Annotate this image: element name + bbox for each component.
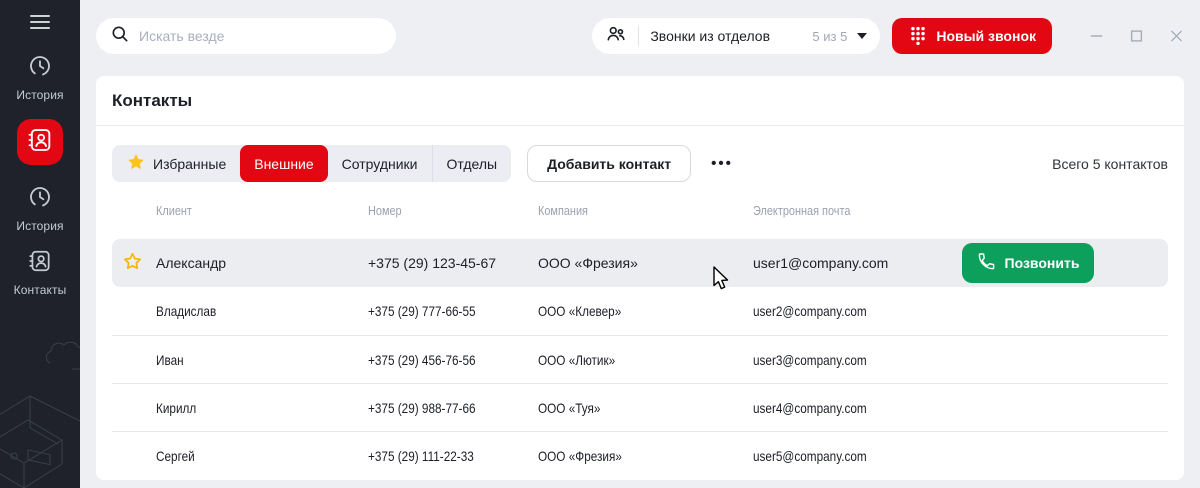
contact-name: Сергей — [156, 448, 195, 464]
sidebar-item-history-2[interactable]: История — [16, 184, 63, 233]
divider — [638, 26, 639, 46]
more-options-button[interactable]: ••• — [711, 155, 733, 172]
contact-company: ООО «Туя» — [538, 400, 600, 416]
contact-phone: +375 (29) 777-66-55 — [368, 303, 476, 319]
line-selector-label: Звонки из отделов — [650, 28, 770, 44]
line-selector-dropdown[interactable]: Звонки из отделов 5 из 5 — [592, 18, 880, 54]
main-area: Звонки из отделов 5 из 5 Новый звонок — [80, 0, 1200, 488]
contact-email: user3@company.com — [753, 352, 867, 368]
contact-name: Александр — [156, 255, 368, 271]
contact-company: ООО «Фрезия» — [538, 448, 622, 464]
contact-phone: +375 (29) 456-76-56 — [368, 352, 476, 368]
contact-phone: +375 (29) 123-45-67 — [368, 255, 538, 271]
table-row[interactable]: Иван +375 (29) 456-76-56 ООО «Лютик» use… — [112, 335, 1168, 383]
tab-label: Отделы — [447, 156, 498, 172]
tab-favorites[interactable]: Избранные — [112, 145, 240, 182]
favorite-star-icon[interactable] — [122, 251, 143, 275]
add-contact-button[interactable]: Добавить контакт — [527, 145, 691, 182]
minimize-icon[interactable] — [1089, 29, 1104, 44]
search-field[interactable] — [96, 18, 396, 54]
users-group-icon — [605, 23, 627, 50]
contact-book-icon — [27, 248, 53, 279]
sidebar-item-history-1[interactable]: История — [16, 53, 63, 102]
total-contacts-label: Всего 5 контактов — [1052, 156, 1168, 172]
line-selector-count: 5 из 5 — [812, 29, 847, 44]
contact-name: Владислав — [156, 303, 216, 319]
tab-label: Избранные — [153, 156, 226, 172]
tab-label: Внешние — [254, 156, 313, 172]
column-header-client: Клиент — [156, 203, 192, 218]
new-call-button[interactable]: Новый звонок — [892, 18, 1052, 54]
new-call-label: Новый звонок — [936, 28, 1036, 44]
search-icon — [110, 24, 130, 49]
contact-card-icon — [26, 126, 54, 159]
window-controls — [1089, 29, 1184, 44]
sidebar-item-contacts-active[interactable] — [17, 119, 63, 165]
panel-header: Контакты — [96, 76, 1184, 126]
table-row[interactable]: Владислав +375 (29) 777-66-55 ООО «Клеве… — [112, 287, 1168, 335]
contact-phone: +375 (29) 111-22-33 — [368, 448, 474, 464]
table-header: Клиент Номер Компания Электронная почта — [112, 182, 1168, 239]
contact-email: user1@company.com — [753, 255, 962, 271]
menu-icon[interactable] — [30, 15, 50, 29]
contacts-table: Клиент Номер Компания Электронная почта … — [96, 182, 1184, 479]
contact-company: ООО «Клевер» — [538, 303, 621, 319]
contact-company: ООО «Лютик» — [538, 352, 615, 368]
column-header-number: Номер — [368, 203, 402, 218]
decorative-network-art — [0, 298, 80, 488]
tab-label: Сотрудники — [342, 156, 418, 172]
tab-external[interactable]: Внешние — [240, 145, 327, 182]
column-header-email: Электронная почта — [753, 203, 850, 218]
search-input[interactable] — [139, 28, 382, 44]
column-header-company: Компания — [538, 203, 588, 218]
topbar: Звонки из отделов 5 из 5 Новый звонок — [80, 0, 1200, 72]
phone-icon — [977, 252, 996, 274]
sidebar-item-label: История — [16, 219, 63, 233]
contact-email: user4@company.com — [753, 400, 867, 416]
tab-employees[interactable]: Сотрудники — [328, 145, 432, 182]
contact-phone: +375 (29) 988-77-66 — [368, 400, 476, 416]
call-button[interactable]: Позвонить — [962, 243, 1094, 283]
sidebar: История История — [0, 0, 80, 488]
sidebar-item-label: Контакты — [14, 283, 67, 297]
history-clock-icon — [27, 53, 53, 84]
sidebar-item-contacts[interactable]: Контакты — [14, 248, 67, 297]
table-row[interactable]: Александр +375 (29) 123-45-67 ООО «Фрези… — [112, 239, 1168, 287]
contacts-toolbar: Избранные Внешние Сотрудники Отделы Доба… — [112, 145, 1168, 182]
contact-email: user2@company.com — [753, 303, 867, 319]
contact-email: user5@company.com — [753, 448, 867, 464]
contact-name: Иван — [156, 352, 184, 368]
table-row[interactable]: Сергей +375 (29) 111-22-33 ООО «Фрезия» … — [112, 431, 1168, 479]
dialpad-icon — [908, 24, 928, 49]
call-button-label: Позвонить — [1005, 255, 1080, 271]
sidebar-item-label: История — [16, 88, 63, 102]
contact-company: ООО «Фрезия» — [538, 255, 753, 271]
contact-name: Кирилл — [156, 400, 196, 416]
page-title: Контакты — [112, 91, 192, 111]
tab-departments[interactable]: Отделы — [432, 145, 512, 182]
maximize-icon[interactable] — [1129, 29, 1144, 44]
close-icon[interactable] — [1169, 29, 1184, 44]
filter-tabs: Избранные Внешние Сотрудники Отделы — [112, 145, 511, 182]
history-clock-icon — [27, 184, 53, 215]
contacts-panel: Контакты Избранные Внешние Сотрудники От… — [96, 76, 1184, 480]
star-icon — [126, 152, 146, 175]
chevron-down-icon — [857, 33, 867, 39]
table-row[interactable]: Кирилл +375 (29) 988-77-66 ООО «Туя» use… — [112, 383, 1168, 431]
